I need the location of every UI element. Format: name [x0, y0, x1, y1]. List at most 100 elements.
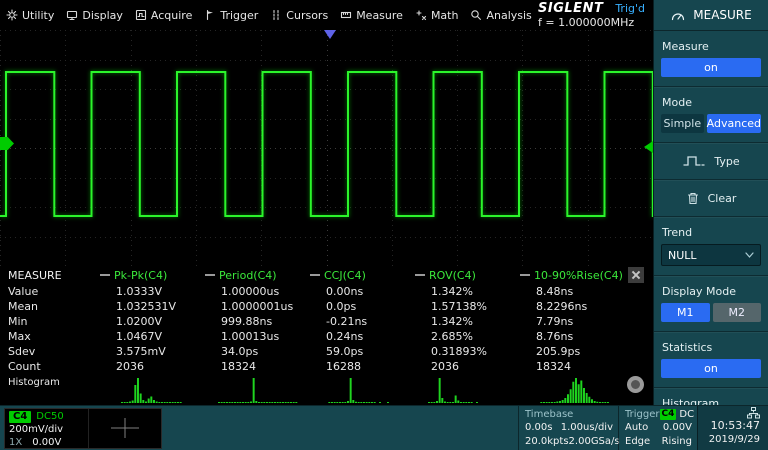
menu-utility[interactable]: Utility: [0, 0, 60, 30]
trigger-source-badge: C4: [660, 409, 677, 420]
measurement-handle-icon[interactable]: [310, 274, 320, 276]
cell: 1.57138%: [415, 300, 520, 313]
timebase-delay: 0.00s: [525, 421, 552, 435]
column-header-pkpk: Pk-Pk(C4): [100, 269, 205, 282]
frequency-readout: f = 1.000000MHz: [538, 16, 634, 29]
cell: 18324: [205, 360, 310, 373]
channel4-probe: 1X: [9, 436, 22, 449]
table-row-min: Min 1.0200V 999.88ns -0.21ns 1.342% 7.79…: [0, 314, 653, 329]
column-label: Pk-Pk(C4): [114, 269, 167, 282]
channel4-coupling: DC50: [36, 411, 63, 422]
sidebar-title: MEASURE: [654, 0, 768, 31]
timebase-points: 20.0kpts: [525, 435, 569, 449]
column-header-ccj: CCJ(C4): [310, 269, 415, 282]
channel4-descriptor[interactable]: C4 DC50 200mV/div 1X 0.00V: [4, 408, 162, 449]
mode-advanced-button[interactable]: Advanced: [707, 114, 761, 133]
display-mode-m1-button[interactable]: M1: [661, 303, 710, 322]
timebase-label: Timebase: [525, 408, 613, 421]
trend-dropdown[interactable]: NULL: [661, 244, 761, 266]
measurement-handle-icon[interactable]: [415, 274, 425, 276]
measure-type-icon: [682, 154, 706, 168]
display-mode-section-label: Display Mode: [662, 285, 760, 298]
menu-label: Utility: [22, 9, 54, 22]
cell: 34.0ps: [205, 345, 310, 358]
menu-label: Cursors: [286, 9, 328, 22]
network-icon: [747, 407, 760, 419]
measurement-handle-icon[interactable]: [520, 274, 530, 276]
measurement-handle-icon[interactable]: [100, 274, 110, 276]
gauge-icon: [670, 8, 686, 22]
menu-label: Display: [82, 9, 123, 22]
menu-analysis[interactable]: Analysis: [464, 0, 537, 30]
display-mode-m2-button[interactable]: M2: [713, 303, 762, 322]
trigger-mode: Auto: [625, 421, 648, 435]
row-label: Count: [0, 360, 100, 373]
type-button[interactable]: Type: [654, 143, 768, 179]
cell: 1.0000001us: [205, 300, 310, 313]
cell: 1.00000us: [205, 285, 310, 298]
display-icon: [66, 9, 78, 21]
menu-trigger[interactable]: Trigger: [198, 0, 264, 30]
waveform-display[interactable]: [0, 30, 653, 266]
trigger-type: Edge: [625, 435, 650, 449]
clear-button[interactable]: Clear: [654, 180, 768, 216]
cell: 2036: [415, 360, 520, 373]
row-label: Sdev: [0, 345, 100, 358]
cell: 999.88ns: [205, 315, 310, 328]
chevron-down-icon: [745, 252, 754, 258]
cell: 1.0200V: [100, 315, 205, 328]
cell: 2036: [100, 360, 205, 373]
menu-cursors[interactable]: Cursors: [264, 0, 334, 30]
menu-display[interactable]: Display: [60, 0, 129, 30]
cell: 205.9ps: [520, 345, 630, 358]
trigger-box[interactable]: Trigger C4 DC Auto 0.00V Edge Rising: [618, 406, 697, 450]
cell: 0.31893%: [415, 345, 520, 358]
brand-logo: SIGLENT: [538, 2, 603, 15]
menu-measure[interactable]: Measure: [334, 0, 409, 30]
cell: 8.2296ns: [520, 300, 630, 313]
channel4-scale: 200mV/div: [9, 423, 88, 436]
trigger-level: 0.00V: [663, 421, 692, 435]
menu-acquire[interactable]: Acquire: [129, 0, 198, 30]
mode-simple-button[interactable]: Simple: [661, 114, 704, 133]
cell: 8.48ns: [520, 285, 630, 298]
cell: 1.032531V: [100, 300, 205, 313]
cell: -0.21ns: [310, 315, 415, 328]
trigger-level-marker[interactable]: [644, 141, 653, 153]
trash-icon: [686, 191, 700, 206]
trigger-slope: Rising: [662, 435, 692, 449]
menu-math[interactable]: Math: [409, 0, 465, 30]
trigger-flag-icon: [204, 9, 216, 21]
crosshair-icon: [89, 409, 161, 448]
row-label: Min: [0, 315, 100, 328]
trigger-coupling: DC: [679, 408, 694, 421]
bottom-status-bar: C4 DC50 200mV/div 1X 0.00V Timebase 0.00…: [0, 405, 768, 450]
timebase-box[interactable]: Timebase 0.00s 1.00us/div 20.0kpts 2.00G…: [518, 406, 618, 450]
analysis-icon: [470, 9, 482, 21]
column-label: ROV(C4): [429, 269, 476, 282]
cell: 1.0467V: [100, 330, 205, 343]
channel4-badge: C4: [9, 411, 31, 423]
measurement-handle-icon[interactable]: [205, 274, 215, 276]
sidebar-title-text: MEASURE: [693, 8, 751, 22]
statistics-on-button[interactable]: on: [661, 359, 761, 378]
row-label: Max: [0, 330, 100, 343]
cell: 18324: [520, 360, 630, 373]
cursors-icon: [270, 9, 282, 21]
trend-section-label: Trend: [662, 226, 760, 239]
timebase-scale: 1.00us/div: [561, 421, 613, 435]
menu-label: Measure: [356, 9, 403, 22]
column-header-rov: ROV(C4): [415, 269, 520, 282]
circle-handle-icon[interactable]: [627, 376, 644, 393]
measure-on-button[interactable]: on: [661, 58, 761, 77]
cell: 0.0ps: [310, 300, 415, 313]
close-measure-table-icon[interactable]: [628, 267, 644, 283]
column-label: CCJ(C4): [324, 269, 366, 282]
math-icon: [415, 9, 427, 21]
column-header-rise: 10-90%Rise(C4): [520, 269, 630, 282]
histogram-pkpk: [113, 377, 193, 403]
trigger-position-indicator[interactable]: [324, 30, 336, 39]
table-row-count: Count 2036 18324 16288 2036 18324: [0, 359, 653, 374]
oscilloscope-screen: Utility Display Acquire Trigger Cursors …: [0, 0, 768, 450]
channel4-offset: 0.00V: [32, 436, 61, 449]
